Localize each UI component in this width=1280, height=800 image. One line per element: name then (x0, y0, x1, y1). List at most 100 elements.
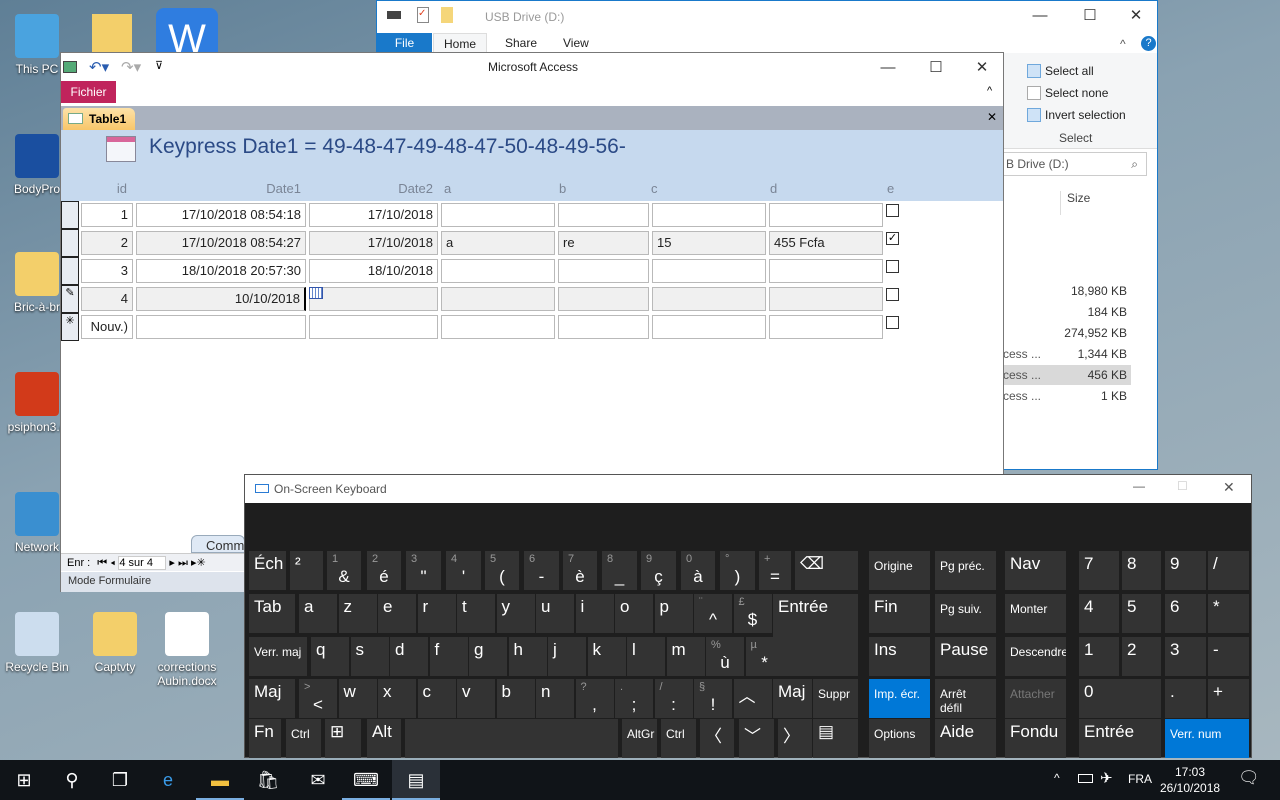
key-pg-préc[interactable]: Pg préc. (935, 551, 996, 590)
tab-table1[interactable]: Table1 (63, 108, 135, 130)
key-1[interactable]: 1 (1079, 637, 1119, 676)
store-icon[interactable]: 🛍 (244, 760, 292, 800)
desktop-icon[interactable]: Recycle Bin (2, 612, 72, 674)
field-d[interactable] (769, 315, 883, 339)
key-[interactable]: ﹀ (739, 719, 774, 758)
file-row[interactable]: 184 KB (997, 302, 1131, 322)
field-date1[interactable]: 10/10/2018 (136, 287, 306, 311)
tab-fichier[interactable]: Fichier (61, 81, 116, 103)
field-date1[interactable]: 17/10/2018 08:54:18 (136, 203, 306, 227)
key-4[interactable]: 4 (1079, 594, 1119, 633)
key-5[interactable]: 5 (1122, 594, 1161, 633)
minimize-button[interactable]: — (865, 53, 911, 83)
key-[interactable]: 5( (485, 551, 519, 590)
field-date2[interactable]: 17/10/2018 (309, 231, 438, 255)
tab-file[interactable]: File (377, 33, 432, 53)
task-view-icon[interactable]: ❐ (96, 760, 144, 800)
clock[interactable]: 17:03 26/10/2018 (1160, 764, 1220, 796)
field-c[interactable] (652, 315, 766, 339)
key-entrée[interactable]: Entrée (1079, 719, 1161, 758)
key-v[interactable]: v (457, 679, 495, 718)
key-k[interactable]: k (587, 637, 626, 676)
field-e-checkbox[interactable] (886, 260, 899, 273)
key-[interactable]: 8 _ (602, 551, 637, 590)
field-id[interactable]: Nouv.) (81, 315, 133, 339)
show-hidden-icons-icon[interactable]: ^ (1054, 771, 1060, 785)
field-date2[interactable] (309, 315, 438, 339)
key-a[interactable]: a (299, 594, 337, 633)
field-a[interactable] (441, 203, 555, 227)
key-7[interactable]: 7 (1079, 551, 1119, 590)
key-r[interactable]: r (417, 594, 456, 633)
key-2[interactable]: 2 (1122, 637, 1161, 676)
language-indicator[interactable]: FRA (1128, 772, 1152, 786)
key-n[interactable]: n (536, 679, 574, 718)
key-j[interactable]: j (548, 637, 586, 676)
key-h[interactable]: h (508, 637, 547, 676)
key-entrée[interactable]: Entrée (773, 594, 858, 676)
key-6[interactable]: 6 (1165, 594, 1206, 633)
key-origine[interactable]: Origine (869, 551, 930, 590)
desktop-icon[interactable]: Captvty (80, 612, 150, 674)
key-pause[interactable]: Pause (935, 637, 996, 676)
key-[interactable]: / (1208, 551, 1249, 590)
key-monter[interactable]: Monter (1005, 594, 1066, 633)
key-[interactable]: 〉 (778, 719, 812, 758)
field-id[interactable]: 3 (81, 259, 133, 283)
key-tab[interactable]: Tab (249, 594, 295, 633)
key-[interactable]: 3 " (406, 551, 441, 590)
key-u[interactable]: u (536, 594, 574, 633)
edge-icon[interactable]: e (144, 760, 192, 800)
field-b[interactable] (558, 315, 649, 339)
minimize-button[interactable]: — (1133, 479, 1145, 493)
maximize-button[interactable]: ☐ (1067, 1, 1113, 31)
key-[interactable]: - (1208, 637, 1249, 676)
key-w[interactable]: w (338, 679, 377, 718)
field-d[interactable] (769, 259, 883, 283)
help-icon[interactable]: ? (1141, 36, 1156, 51)
maximize-button[interactable]: ☐ (913, 53, 959, 83)
key-éch[interactable]: Éch (249, 551, 286, 590)
field-date2[interactable]: 17/10/2018 (309, 203, 438, 227)
key-t[interactable]: t (457, 594, 495, 633)
field-d[interactable] (769, 287, 883, 311)
key-3[interactable]: 3 (1165, 637, 1206, 676)
key-é[interactable]: 2é (367, 551, 401, 590)
key-verr-num[interactable]: Verr. num (1165, 719, 1249, 758)
tab-comm[interactable]: Comm (191, 535, 245, 553)
mail-icon[interactable]: ✉ (294, 760, 342, 800)
key-fn[interactable]: Fn (249, 719, 281, 758)
record-selector[interactable] (61, 229, 79, 257)
key-imp-écr[interactable]: Imp. écr. (869, 679, 930, 718)
key-space[interactable] (405, 719, 618, 758)
key-ù[interactable]: % ù (706, 637, 744, 676)
invert-selection-button[interactable]: Invert selection (1027, 108, 1126, 122)
key-y[interactable]: y (496, 594, 535, 633)
key-x[interactable]: x (378, 679, 416, 718)
properties-icon[interactable]: ✓ (417, 7, 429, 23)
field-a[interactable]: a (441, 231, 555, 255)
key-altgr[interactable]: AltGr (622, 719, 657, 758)
key-e[interactable]: e (378, 594, 416, 633)
key-[interactable]: ⊞ (325, 719, 361, 758)
key-[interactable]: ︿ (733, 679, 772, 718)
new-folder-icon[interactable] (441, 7, 453, 23)
key-verr-maj[interactable]: Verr. maj (249, 637, 307, 676)
key-arr-t-défil[interactable]: Arrêt défil (935, 679, 996, 718)
select-none-button[interactable]: Select none (1027, 86, 1108, 100)
new-record-button[interactable]: ▸✳ (191, 557, 206, 569)
key-m[interactable]: m (666, 637, 705, 676)
field-date2[interactable]: 18/10/2018 (309, 259, 438, 283)
key-[interactable]: * (1208, 594, 1249, 633)
key-fin[interactable]: Fin (869, 594, 930, 633)
search-input[interactable]: B Drive (D:) ⌕ (997, 152, 1147, 176)
select-all-button[interactable]: Select all (1027, 64, 1094, 78)
file-row[interactable]: 18,980 KB (997, 281, 1131, 301)
key-9[interactable]: 9 (1165, 551, 1206, 590)
file-row[interactable]: ccess ... 1 KB (997, 386, 1131, 406)
key-8[interactable]: 8 (1122, 551, 1161, 590)
close-button[interactable]: ✕ (1113, 1, 1159, 31)
key-ç[interactable]: 9ç (641, 551, 676, 590)
key-c[interactable]: c (417, 679, 456, 718)
key-0[interactable]: 0 (1079, 679, 1161, 718)
